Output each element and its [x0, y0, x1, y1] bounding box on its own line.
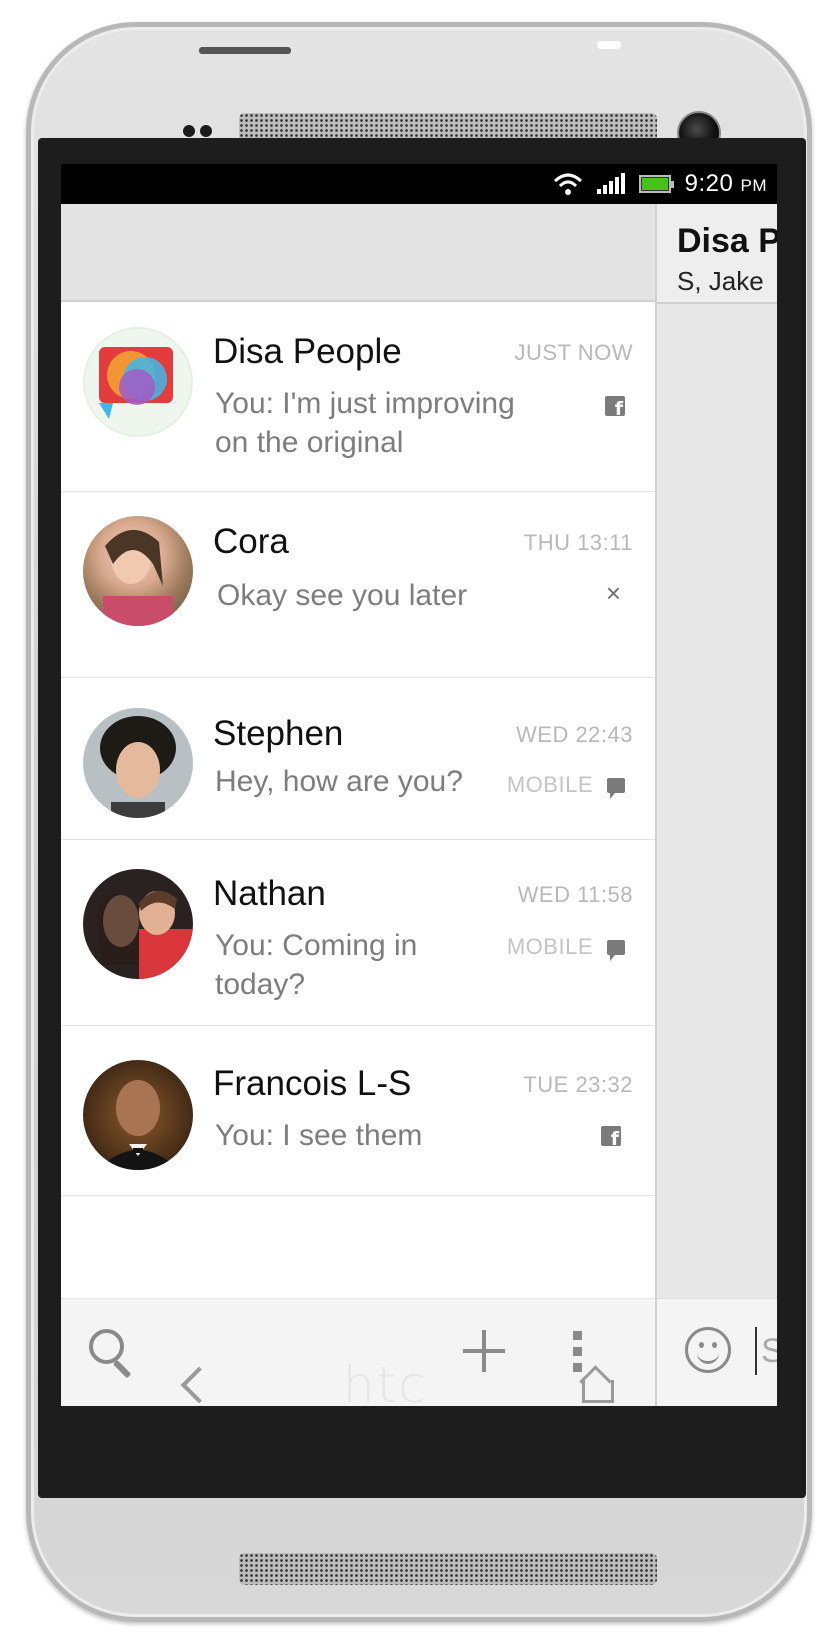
conversation-pane: Disa P S, Jake S [655, 204, 777, 1406]
battery-icon [638, 175, 674, 193]
message-preview: You: Coming in today? [215, 929, 418, 1001]
conversation-participants: S, Jake [677, 266, 764, 296]
avatar-francois [83, 1060, 193, 1170]
avatar-disa-people [83, 327, 193, 437]
wifi-icon [553, 173, 582, 195]
message-preview: You: I'm just improving on the original [215, 387, 515, 459]
clock-time: 9:20 [684, 170, 734, 197]
close-icon[interactable]: × [606, 578, 621, 609]
contact-name: Disa People [213, 332, 402, 371]
message-preview: Hey, how are you? [215, 765, 463, 798]
navigation-bar: htc [38, 1338, 806, 1434]
screen: 9:20 PM Disa People JUST NOW You: I'm ju… [61, 164, 777, 1406]
conversation-list-pane: Disa People JUST NOW You: I'm just impro… [61, 204, 655, 1406]
message-time: WED 11:58 [517, 882, 633, 907]
signal-icon [596, 173, 625, 194]
status-clock: 9:20 PM [685, 170, 767, 198]
proximity-sensor [183, 125, 212, 137]
avatar-nathan [83, 869, 193, 979]
contact-name: Nathan [213, 874, 326, 913]
list-header [61, 204, 655, 302]
message-preview: You: I see them [215, 1119, 423, 1152]
ir-port [597, 41, 621, 49]
clock-ampm: PM [740, 176, 767, 195]
status-bar: 9:20 PM [61, 164, 777, 204]
conversation-row-francois[interactable]: Francois L-S TUE 23:32 You: I see them [61, 1026, 655, 1196]
sms-icon [607, 777, 625, 799]
conversation-row-cora[interactable]: Cora THU 13:11 Okay see you later × [61, 492, 655, 678]
power-button [199, 47, 291, 54]
conversation-row-disa-people[interactable]: Disa People JUST NOW You: I'm just impro… [61, 302, 655, 492]
facebook-icon [605, 396, 625, 416]
sms-icon [607, 939, 625, 961]
contact-name: Francois L-S [213, 1064, 412, 1103]
conversation-row-nathan[interactable]: Nathan WED 11:58 You: Coming in today? M… [61, 840, 655, 1026]
protocol-label: MOBILE [506, 772, 593, 797]
conversation-title: Disa P [677, 222, 777, 260]
message-time: WED 22:43 [516, 722, 633, 747]
contact-name: Cora [213, 522, 289, 561]
brand-logo: htc [343, 1356, 428, 1414]
avatar-cora [83, 516, 193, 626]
facebook-icon [601, 1126, 621, 1146]
message-time: JUST NOW [514, 340, 633, 365]
conversation-row-stephen[interactable]: Stephen WED 22:43 Hey, how are you? MOBI… [61, 678, 655, 840]
conversation-header[interactable]: Disa P S, Jake [657, 204, 777, 304]
bottom-speaker-grille [239, 1553, 657, 1585]
message-preview: Okay see you later [217, 579, 468, 612]
home-icon[interactable] [580, 1366, 614, 1403]
disa-logo-icon [99, 347, 173, 419]
message-time: THU 13:11 [523, 530, 633, 555]
contact-name: Stephen [213, 714, 344, 753]
avatar-stephen [83, 708, 193, 818]
protocol-label: MOBILE [506, 934, 593, 959]
back-icon[interactable] [180, 1366, 218, 1404]
message-time: TUE 23:32 [523, 1072, 633, 1097]
